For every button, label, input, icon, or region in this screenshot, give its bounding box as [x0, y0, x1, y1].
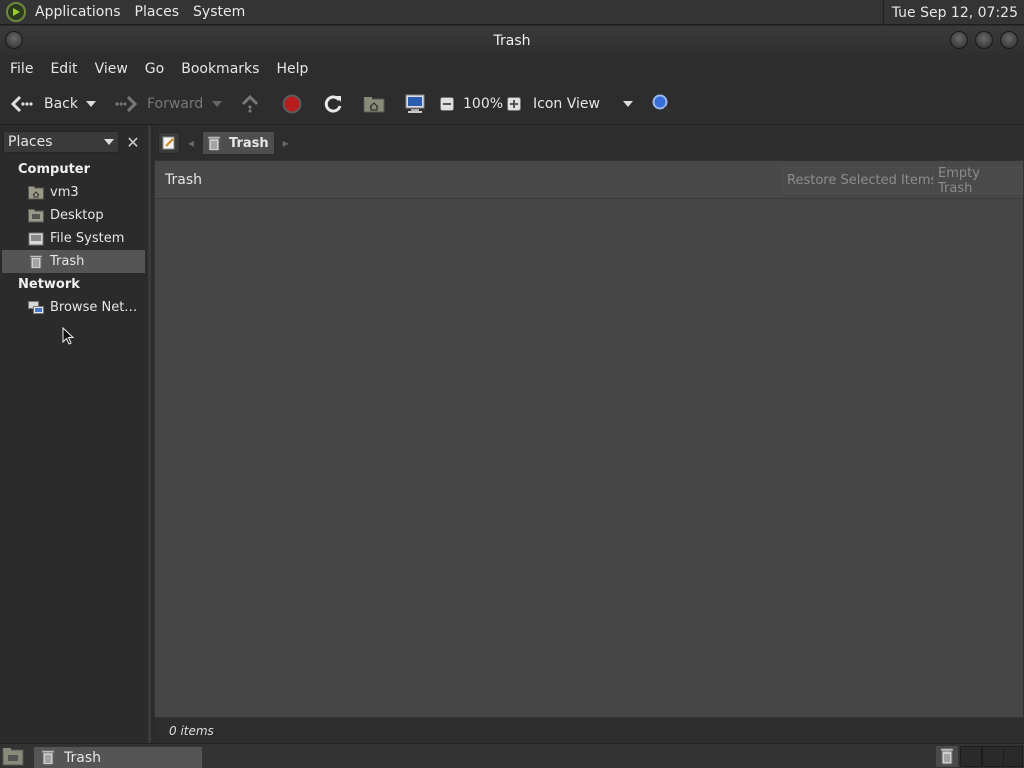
mouse-cursor-icon	[62, 327, 74, 345]
trash-info-bar: Trash Restore Selected Items Empty Trash	[155, 161, 1023, 199]
search-button[interactable]	[651, 83, 673, 124]
crumb-right-arrow-icon[interactable]: ▸	[283, 136, 289, 150]
workspace-3[interactable]	[1003, 746, 1023, 767]
sidebar-item-label: Browse Net…	[50, 300, 138, 315]
crumb-left-arrow-icon[interactable]: ◂	[188, 136, 194, 150]
sidebar-item-vm3[interactable]: vm3	[0, 181, 148, 204]
chevron-down-icon	[104, 139, 114, 145]
trash-icon	[940, 748, 954, 765]
applications-logo-icon[interactable]	[6, 2, 26, 22]
stop-icon	[282, 94, 302, 113]
panel-menu-places[interactable]: Places	[128, 4, 187, 20]
zoom-level[interactable]: 100%	[463, 83, 503, 124]
workspace-2[interactable]	[982, 746, 1004, 767]
sidebar-item-label: File System	[50, 231, 125, 246]
view-mode-label: Icon View	[533, 95, 600, 112]
sidebar-item-trash[interactable]: Trash	[2, 250, 145, 273]
chevron-down-icon	[623, 100, 633, 107]
sidebar-section-computer: Computer	[18, 162, 91, 177]
stop-button[interactable]	[282, 83, 302, 124]
zoom-in-button[interactable]	[507, 83, 521, 124]
status-bar: 0 items	[154, 718, 1024, 743]
panel-clock[interactable]: Tue Sep 12, 07:25	[882, 0, 1024, 25]
taskbar-item-trash[interactable]: Trash	[34, 747, 202, 768]
sidebar-item-browse-network[interactable]: Browse Net…	[0, 296, 148, 319]
up-arrow-icon	[241, 94, 259, 113]
sidebar-item-file-system[interactable]: File System	[0, 227, 148, 250]
restore-selected-button[interactable]: Restore Selected Items	[782, 167, 943, 194]
empty-trash-button[interactable]: Empty Trash	[933, 166, 1023, 196]
back-button[interactable]: Back	[10, 83, 78, 124]
desktop-folder-icon	[28, 209, 44, 222]
side-pane-selector-label: Places	[8, 134, 53, 150]
breadcrumb-trash[interactable]: Trash	[202, 131, 275, 155]
network-icon	[28, 300, 44, 314]
panel-trash-applet[interactable]	[936, 746, 958, 767]
home-button[interactable]	[363, 83, 385, 124]
workspace-1[interactable]	[960, 746, 982, 767]
side-pane-selector[interactable]: Places	[3, 131, 119, 153]
up-button[interactable]	[240, 83, 260, 124]
top-panel: Applications Places System Tue Sep 12, 0…	[0, 0, 1024, 25]
window-menu-button[interactable]	[5, 31, 23, 49]
location-bar: ◂ Trash ▸	[154, 126, 1024, 160]
menu-view[interactable]: View	[88, 61, 135, 77]
menu-bookmarks[interactable]: Bookmarks	[174, 61, 266, 77]
drive-icon	[28, 232, 44, 245]
reload-icon	[324, 95, 342, 113]
taskbar-item-label: Trash	[64, 749, 101, 766]
zoom-out-button[interactable]	[440, 83, 454, 124]
side-pane: Places ✕ Computer vm3 Desktop File Syste…	[0, 126, 151, 743]
menubar: File Edit View Go Bookmarks Help	[0, 55, 1024, 83]
sidebar-item-label: Desktop	[50, 208, 104, 223]
computer-monitor-icon	[405, 94, 425, 113]
edit-pencil-icon	[162, 136, 175, 150]
file-view[interactable]: Trash Restore Selected Items Empty Trash	[154, 160, 1024, 718]
trash-bar-label: Trash	[165, 171, 202, 188]
back-label: Back	[44, 95, 78, 112]
home-folder-icon	[363, 96, 385, 112]
sidebar-section-network: Network	[18, 277, 80, 292]
edit-location-button[interactable]	[158, 132, 180, 154]
menu-help[interactable]: Help	[269, 61, 315, 77]
trash-icon	[207, 135, 221, 151]
zoom-in-icon	[507, 96, 521, 111]
computer-button[interactable]	[404, 83, 426, 124]
menu-file[interactable]: File	[3, 61, 40, 77]
window-title: Trash	[493, 32, 531, 49]
search-icon	[652, 94, 673, 114]
toolbar: Back Forward 100% Icon View	[0, 83, 1024, 125]
view-mode-dropdown[interactable]	[623, 83, 633, 124]
chevron-down-icon	[86, 100, 96, 107]
forward-history-dropdown[interactable]	[212, 83, 222, 124]
minimize-button[interactable]	[950, 31, 968, 49]
view-mode-select[interactable]: Icon View	[533, 83, 600, 124]
sidebar-item-label: vm3	[50, 185, 79, 200]
zoom-out-icon	[440, 96, 454, 111]
back-history-dropdown[interactable]	[86, 83, 96, 124]
window-titlebar[interactable]: Trash	[0, 26, 1024, 55]
close-side-pane-button[interactable]: ✕	[123, 132, 143, 152]
menu-go[interactable]: Go	[138, 61, 171, 77]
panel-menu-system[interactable]: System	[186, 4, 252, 20]
sidebar-item-desktop[interactable]: Desktop	[0, 204, 148, 227]
chevron-down-icon	[212, 100, 222, 107]
menu-edit[interactable]: Edit	[43, 61, 84, 77]
reload-button[interactable]	[322, 83, 344, 124]
maximize-button[interactable]	[975, 31, 993, 49]
close-icon: ✕	[126, 132, 140, 152]
breadcrumb-label: Trash	[229, 135, 269, 151]
close-button[interactable]	[1000, 31, 1018, 49]
bottom-panel: Trash	[0, 743, 1024, 768]
trash-icon	[41, 750, 55, 765]
sidebar-item-label: Trash	[50, 254, 85, 269]
home-folder-icon	[28, 186, 44, 199]
back-arrow-icon	[10, 95, 33, 112]
forward-arrow-icon	[115, 95, 138, 112]
panel-menu-applications[interactable]: Applications	[28, 4, 128, 20]
forward-button[interactable]: Forward	[114, 83, 203, 124]
forward-label: Forward	[147, 95, 204, 112]
trash-icon	[29, 254, 43, 269]
show-desktop-icon[interactable]	[2, 747, 24, 766]
